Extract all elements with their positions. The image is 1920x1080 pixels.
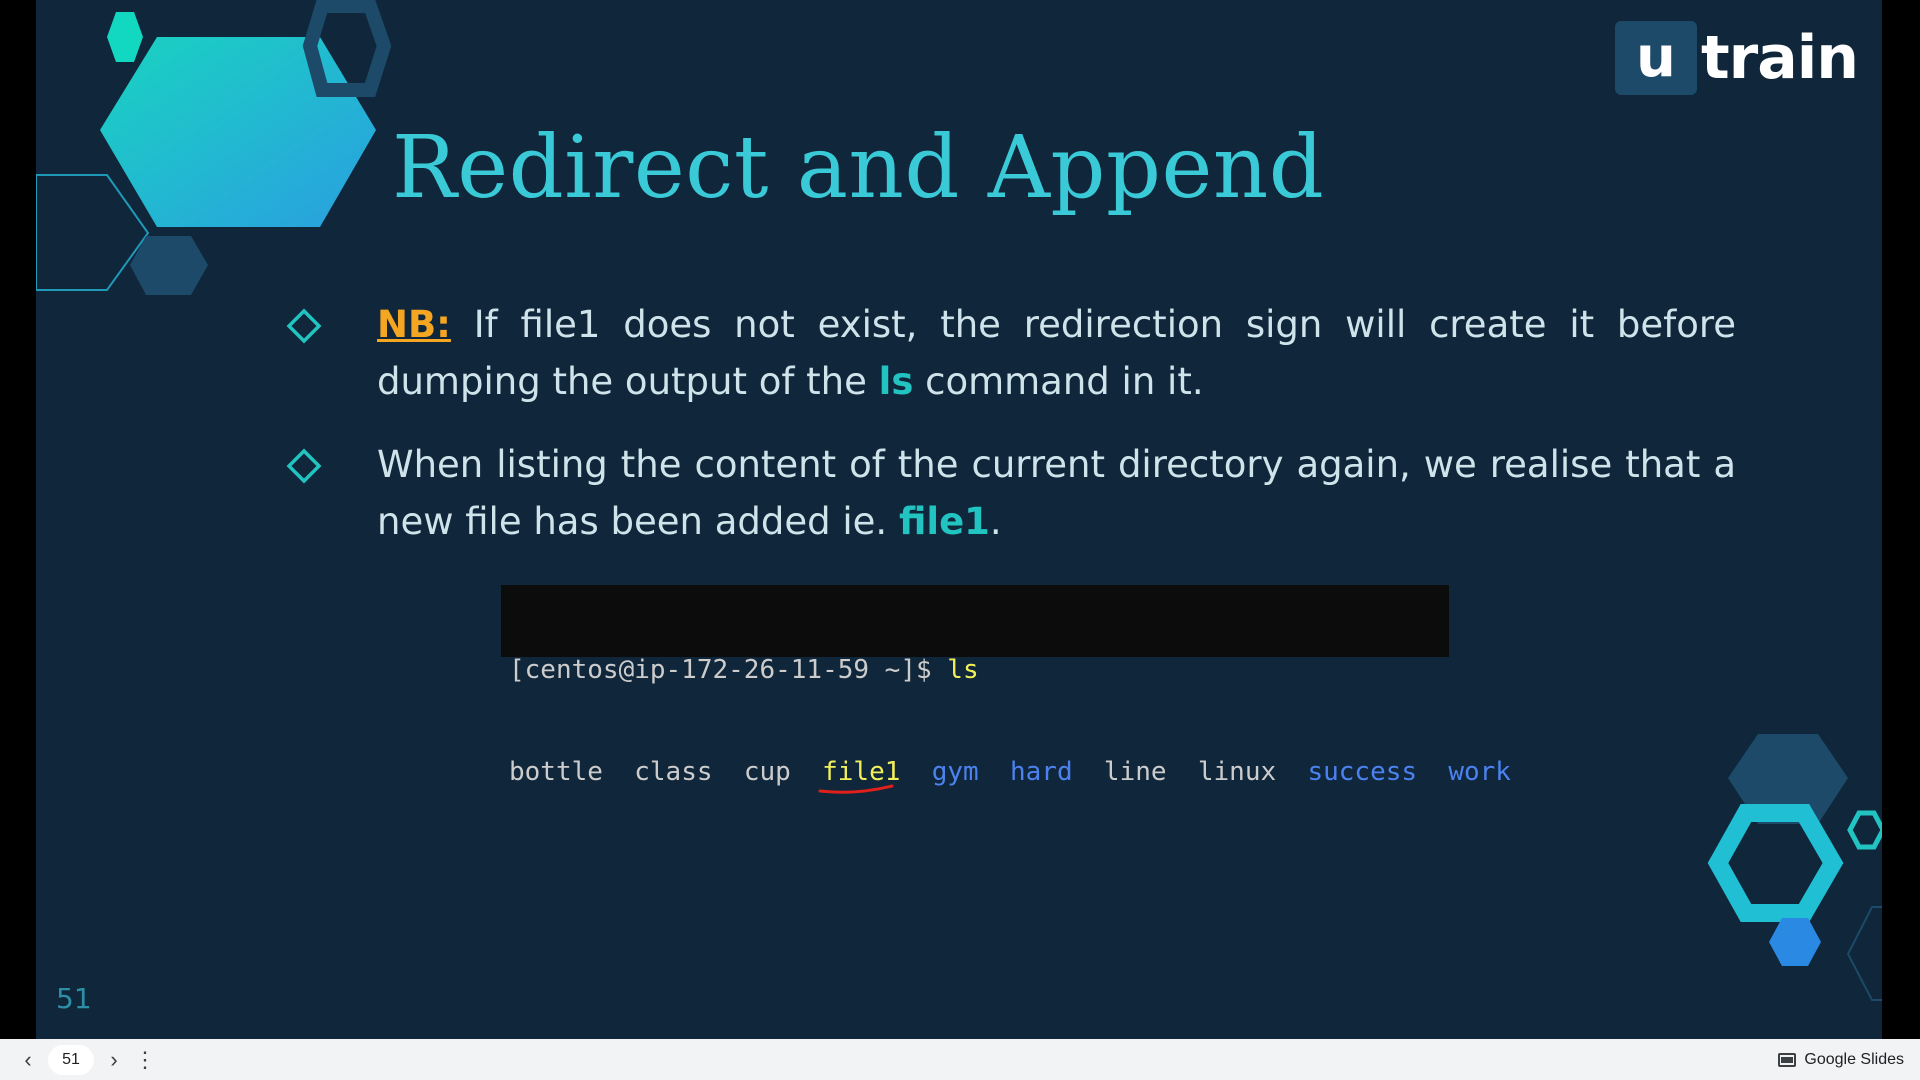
nb-label: NB: [377,303,451,346]
bullet-list: NB: If file1 does not exist, the redirec… [286,296,1736,576]
hexagon-decoration-bottom-right [1707,734,1882,1001]
bullet-text-end: . [989,500,1002,543]
terminal-screenshot: [centos@ip-172-26-11-59 ~]$ ls bottle cl… [501,585,1511,794]
terminal-entry: work [1448,757,1511,787]
slides-bottom-bar: ‹ 51 › ⋮ Google Slides [0,1039,1920,1080]
terminal-output-line: bottle class cup file1 gym hard line lin… [509,755,1511,794]
logo-text: train [1700,23,1859,93]
bullet-item: When listing the content of the current … [286,436,1736,550]
terminal-entry: line [1103,757,1167,787]
highlight-ls: ls [878,360,914,403]
terminal-entry: success [1307,757,1418,787]
bullet-item: NB: If file1 does not exist, the redirec… [286,296,1736,410]
slide-title: Redirect and Append [392,118,1325,218]
chevron-left-icon[interactable]: ‹ [14,1046,42,1074]
red-underline-annotation [818,784,894,794]
slide: u train Redirect and Append NB: If file1… [36,0,1882,1039]
more-vertical-icon[interactable]: ⋮ [134,1046,156,1074]
brand-label: Google Slides [1804,1050,1904,1068]
terminal-entry: class [634,757,713,787]
bullet-text-end: command in it. [913,360,1204,403]
terminal-entry-file1: file1 [818,757,900,794]
utrain-logo: u train [1614,20,1859,96]
diamond-bullet-icon [286,448,322,484]
terminal-prompt: [centos@ip-172-26-11-59 ~]$ [509,655,948,685]
highlight-file1: file1 [898,500,990,543]
google-slides-brand[interactable]: Google Slides [1778,1039,1904,1080]
terminal-entry: gym [931,757,979,787]
terminal-entry: cup [743,757,791,787]
terminal-entry: linux [1197,757,1277,787]
terminal-command: ls [947,655,979,685]
terminal-prompt-line: [centos@ip-172-26-11-59 ~]$ ls [509,653,1449,687]
bullet-text: When listing the content of the current … [377,443,1736,543]
diamond-bullet-icon [286,308,322,344]
logo-letter-box: u [1614,21,1697,95]
slides-icon [1778,1052,1797,1067]
slide-page-number: 51 [56,982,92,1015]
terminal-entry: bottle [509,757,603,787]
current-page-indicator[interactable]: 51 [48,1044,94,1075]
chevron-right-icon[interactable]: › [100,1046,128,1074]
terminal-entry: hard [1009,757,1073,787]
